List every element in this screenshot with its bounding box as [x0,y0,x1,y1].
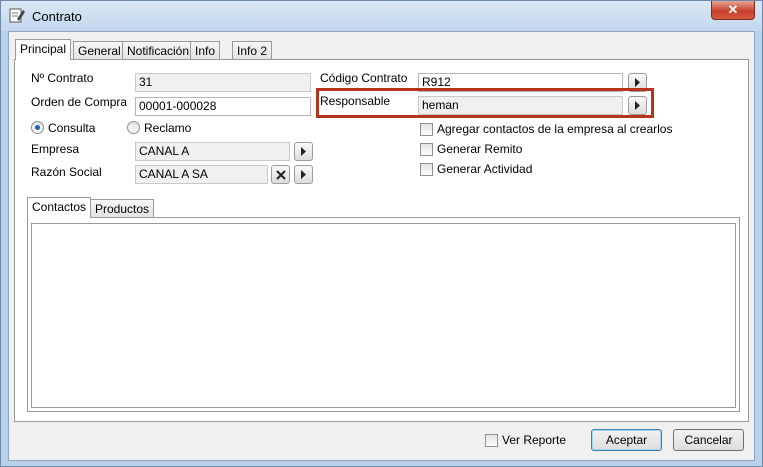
empresa-browse-button[interactable] [294,142,313,161]
close-button[interactable]: ✕ [711,1,755,20]
consulta-radio[interactable] [31,121,44,134]
aceptar-button[interactable]: Aceptar [591,429,662,451]
window-title: Contrato [32,9,82,24]
cancelar-button[interactable]: Cancelar [673,429,744,451]
edit-document-icon [9,8,25,23]
arrow-right-icon [301,147,306,156]
responsable-highlight-box [316,88,654,118]
ver-reporte-checkbox[interactable] [485,434,498,447]
empresa-label: Empresa [31,142,80,156]
consulta-label: Consulta [48,121,96,135]
ver-reporte-label: Ver Reporte [502,433,567,447]
empresa-field[interactable]: CANAL A [135,142,290,161]
subtab-contactos[interactable]: Contactos [27,197,92,218]
clear-x-icon [276,170,286,180]
generar-actividad-checkbox[interactable] [420,163,433,176]
arrow-right-icon [301,170,306,179]
contrato-window: Contrato ✕ Principal General Notificació… [0,0,763,467]
tab-info[interactable]: Info [190,41,221,60]
tab-notificacion[interactable]: Notificación [122,41,195,60]
razon-social-label: Razón Social [31,165,102,179]
codigo-contrato-label: Código Contrato [320,71,408,85]
tab-info-2[interactable]: Info 2 [232,41,273,60]
contactos-list[interactable] [31,223,736,408]
tab-general[interactable]: General [73,41,126,60]
razon-social-field[interactable]: CANAL A SA [135,165,268,184]
generar-actividad-label: Generar Actividad [437,162,533,176]
nro-contrato-field[interactable]: 31 [135,73,311,92]
reclamo-label: Reclamo [144,121,192,135]
generar-remito-checkbox[interactable] [420,143,433,156]
contactos-panel [27,217,740,412]
orden-compra-field[interactable]: 00001-000028 [135,97,311,116]
agregar-contactos-label: Agregar contactos de la empresa al crear… [437,122,673,136]
nro-contrato-label: Nº Contrato [31,71,94,85]
agregar-contactos-checkbox[interactable] [420,123,433,136]
generar-remito-label: Generar Remito [437,142,523,156]
arrow-right-icon [635,78,640,87]
reclamo-radio[interactable] [127,121,140,134]
razon-social-clear-button[interactable] [271,165,290,184]
razon-social-browse-button[interactable] [294,165,313,184]
title-bar[interactable]: Contrato ✕ [1,1,762,31]
tab-principal[interactable]: Principal [15,39,72,60]
subtab-productos[interactable]: Productos [90,199,155,218]
orden-compra-label: Orden de Compra [31,95,128,109]
